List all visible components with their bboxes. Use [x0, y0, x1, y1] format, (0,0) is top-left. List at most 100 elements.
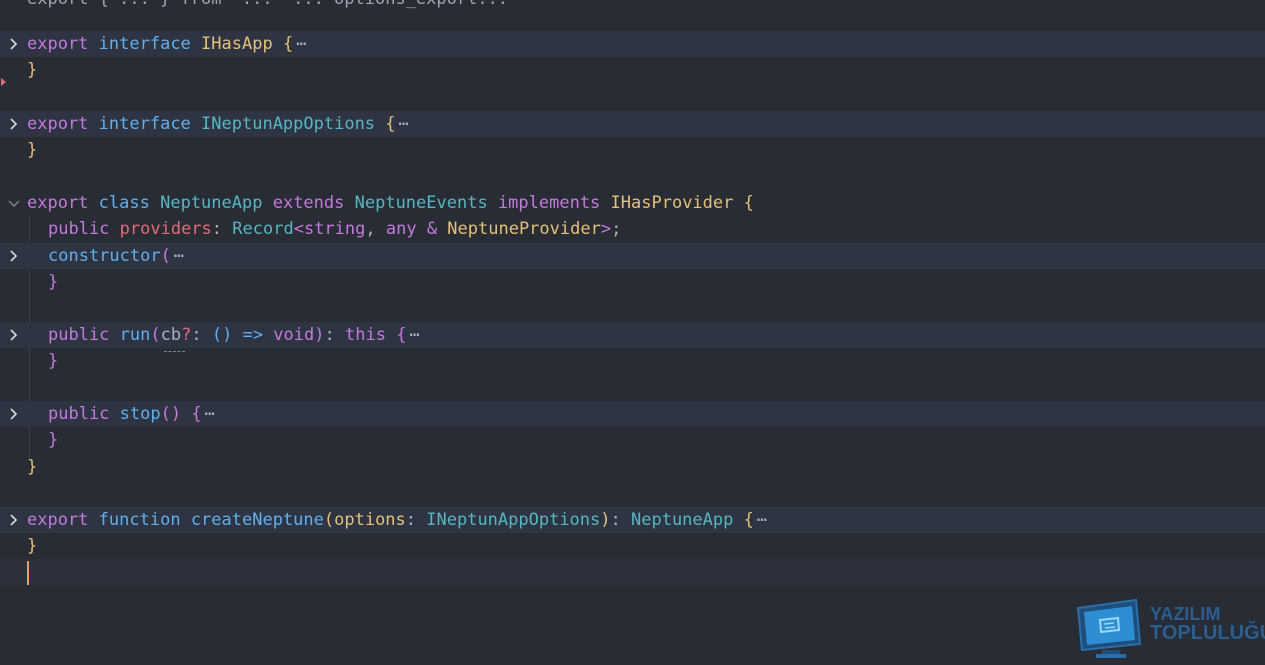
brace: } — [48, 430, 59, 450]
punctuation: ; — [611, 219, 622, 239]
keyword: public — [48, 404, 110, 424]
keyword: public — [48, 219, 110, 239]
punctuation: : — [610, 510, 631, 530]
property-name: providers — [119, 219, 212, 239]
watermark-text: TOPLULUĞU — [1150, 622, 1265, 644]
brace: { — [191, 404, 202, 424]
keyword: function — [98, 510, 181, 530]
keyword: interface — [98, 114, 191, 134]
code-line-constructor[interactable]: constructor(⋯ — [0, 243, 1265, 269]
type-name: string — [303, 219, 366, 239]
code-line-ihasapp[interactable]: export interface IHasApp {⋯ — [0, 31, 1265, 57]
code-line-providers[interactable]: public providers: Record<string, any & N… — [0, 216, 1265, 242]
code-line[interactable]: } — [0, 269, 1265, 295]
punctuation: > — [600, 219, 612, 239]
keyword: this — [344, 325, 386, 345]
function-name: stop — [119, 404, 161, 424]
code-line-stop[interactable]: public stop() {⋯ — [0, 401, 1265, 427]
punctuation: , — [365, 219, 386, 239]
punctuation: : — [324, 325, 345, 345]
watermark-logo: YAZILIM TOPLULUĞU — [1074, 598, 1265, 660]
folded-ellipsis-icon[interactable]: ⋯ — [174, 246, 184, 266]
code-line[interactable]: } — [0, 137, 1265, 163]
type-name: INeptunAppOptions — [426, 510, 601, 530]
keyword: export — [27, 34, 89, 54]
parameter-name: cb — [160, 325, 182, 345]
partial-code-line: export { ... } from '...' ... options_ex… — [27, 0, 508, 12]
brace: { — [743, 193, 754, 213]
brace: } — [27, 536, 38, 556]
folded-ellipsis-icon[interactable]: ⋯ — [296, 34, 306, 54]
interface-name: IHasApp — [201, 34, 273, 54]
type-name: NeptuneProvider — [447, 219, 601, 239]
code-line-create-neptune[interactable]: export function createNeptune(options: I… — [0, 507, 1265, 533]
brace: { — [396, 325, 407, 345]
type-name: Record — [232, 219, 294, 239]
base-class-name: NeptuneEvents — [354, 193, 488, 213]
fold-chevron-right-icon[interactable] — [4, 31, 24, 57]
type-name: any — [385, 219, 417, 239]
folded-ellipsis-icon[interactable]: ⋯ — [757, 510, 767, 530]
function-name: createNeptune — [190, 510, 324, 530]
brace: { — [743, 510, 754, 530]
arrow: => — [232, 325, 274, 345]
function-name: constructor — [48, 246, 161, 266]
brace: } — [27, 457, 38, 477]
keyword: extends — [272, 193, 345, 213]
type-name: NeptuneApp — [631, 510, 734, 530]
parameter-name: options — [334, 510, 406, 530]
brace: } — [48, 272, 59, 292]
keyword: export — [27, 510, 89, 530]
brace: } — [27, 60, 38, 80]
paren: () — [211, 325, 233, 345]
code-editor[interactable]: export { ... } from '...' ... options_ex… — [0, 0, 1265, 660]
punctuation: : — [191, 325, 212, 345]
punctuation: : — [405, 510, 427, 530]
code-line[interactable]: } — [0, 533, 1265, 559]
code-line-current[interactable] — [0, 559, 1265, 585]
punctuation: ? — [181, 325, 192, 345]
brace: { — [385, 114, 396, 134]
punctuation: : — [211, 219, 233, 239]
class-name: NeptuneApp — [160, 193, 263, 213]
punctuation: & — [416, 219, 448, 239]
paren: ( — [160, 246, 171, 266]
code-line-run[interactable]: public run(cb?: () => void): this {⋯ — [0, 322, 1265, 348]
fold-chevron-right-icon[interactable] — [4, 243, 24, 269]
code-line-ineptunappoptions[interactable]: export interface INeptunAppOptions {⋯ — [0, 111, 1265, 137]
folded-ellipsis-icon[interactable]: ⋯ — [399, 114, 409, 134]
fold-chevron-right-icon[interactable] — [4, 322, 24, 348]
text-cursor — [27, 561, 29, 585]
folded-ellipsis-icon[interactable]: ⋯ — [205, 404, 215, 424]
paren: () — [160, 404, 182, 424]
code-line[interactable]: } — [0, 454, 1265, 480]
keyword: interface — [98, 34, 191, 54]
keyword: implements — [497, 193, 601, 213]
punctuation: < — [293, 219, 304, 239]
interface-name: INeptunAppOptions — [201, 114, 376, 134]
paren: ( — [323, 510, 335, 530]
brace: } — [48, 351, 59, 371]
paren: ) — [314, 325, 325, 345]
fold-chevron-right-icon[interactable] — [4, 111, 24, 137]
keyword: export — [27, 114, 89, 134]
fold-chevron-right-icon[interactable] — [4, 401, 24, 427]
code-line[interactable]: } — [0, 57, 1265, 83]
keyword: public — [48, 325, 110, 345]
monitor-logo-icon — [1076, 598, 1142, 658]
type-name: void — [273, 325, 315, 345]
brace: { — [282, 34, 294, 54]
function-name: run — [119, 325, 151, 345]
code-line[interactable]: } — [0, 427, 1265, 453]
keyword: class — [98, 193, 150, 213]
brace: } — [27, 140, 38, 160]
interface-name: IHasProvider — [610, 193, 734, 213]
keyword: export — [27, 193, 89, 213]
code-line[interactable]: } — [0, 348, 1265, 374]
fold-chevron-right-icon[interactable] — [4, 507, 24, 533]
folded-ellipsis-icon[interactable]: ⋯ — [409, 325, 419, 345]
fold-chevron-down-icon[interactable] — [4, 190, 24, 216]
code-line-class-declaration[interactable]: export class NeptuneApp extends NeptuneE… — [0, 190, 1265, 216]
paren: ( — [150, 325, 161, 345]
paren: ) — [600, 510, 611, 530]
